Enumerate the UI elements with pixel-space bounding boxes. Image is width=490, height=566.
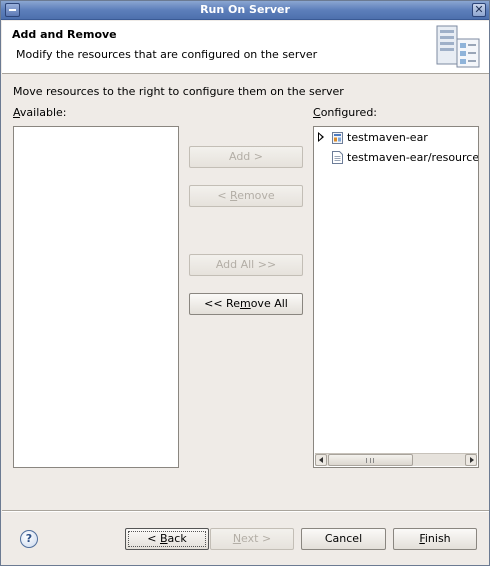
expand-arrow-icon[interactable] [318, 132, 324, 142]
available-list[interactable] [13, 126, 179, 468]
add-all-button[interactable]: Add All >> [189, 254, 303, 276]
scroll-right-icon[interactable] [465, 454, 477, 466]
remove-all-label-pre: << Re [204, 297, 240, 310]
add-button[interactable]: Add > [189, 146, 303, 168]
window-title: Run On Server [200, 3, 290, 16]
configured-tree[interactable]: testmaven-ear testmaven-ear/resources/ [313, 126, 479, 468]
remove-all-label-accel: m [239, 297, 251, 310]
back-label-accel: B [160, 532, 168, 545]
wizard-banner: Add and Remove Modify the resources that… [2, 21, 489, 74]
ear-project-icon [332, 132, 343, 144]
scrollbar-thumb[interactable] [328, 454, 413, 466]
tree-item-label: testmaven-ear/resources/ [347, 151, 479, 164]
available-label-rest: vailable: [19, 106, 67, 119]
back-label-pre: < [147, 532, 160, 545]
available-label-accel: A [13, 106, 20, 119]
tree-item-label: testmaven-ear [347, 131, 428, 144]
finish-button[interactable]: Finish [393, 528, 477, 550]
next-label-accel: N [232, 532, 242, 545]
title-bar[interactable]: Run On Server ✕ [1, 1, 489, 20]
cancel-button[interactable]: Cancel [301, 528, 386, 550]
remove-label-pre: < [217, 189, 231, 202]
run-on-server-dialog: Run On Server ✕ Add and Remove Modify th… [0, 0, 490, 566]
back-button[interactable]: < Back [125, 528, 209, 550]
available-label: Available: [13, 106, 67, 119]
configured-label-accel: C [313, 106, 321, 119]
remove-all-button[interactable]: << Remove All [189, 293, 303, 315]
grip-icon [366, 458, 374, 463]
server-icon [436, 25, 480, 68]
scroll-left-icon[interactable] [315, 454, 327, 466]
finish-label-post: inish [424, 532, 451, 545]
tree-item-resources[interactable]: testmaven-ear/resources/ [314, 149, 479, 167]
remove-all-label-post: ove All [250, 297, 288, 310]
page-title: Add and Remove [12, 28, 117, 41]
tree-item-testmaven-ear[interactable]: testmaven-ear [314, 129, 478, 147]
instructions-text: Move resources to the right to configure… [13, 85, 344, 98]
horizontal-scrollbar[interactable] [315, 453, 477, 466]
back-label-post: ack [167, 532, 187, 545]
next-button[interactable]: Next > [210, 528, 294, 550]
configured-label: Configured: [313, 106, 377, 119]
help-icon[interactable]: ? [20, 530, 38, 548]
footer-divider [2, 510, 489, 512]
next-label-post: ext > [241, 532, 272, 545]
remove-button[interactable]: < Remove [189, 185, 303, 207]
remove-label-post: emove [237, 189, 275, 202]
file-icon [332, 151, 343, 164]
configured-label-rest: onfigured: [320, 106, 378, 119]
page-description: Modify the resources that are configured… [16, 48, 318, 61]
close-button[interactable]: ✕ [472, 3, 486, 17]
